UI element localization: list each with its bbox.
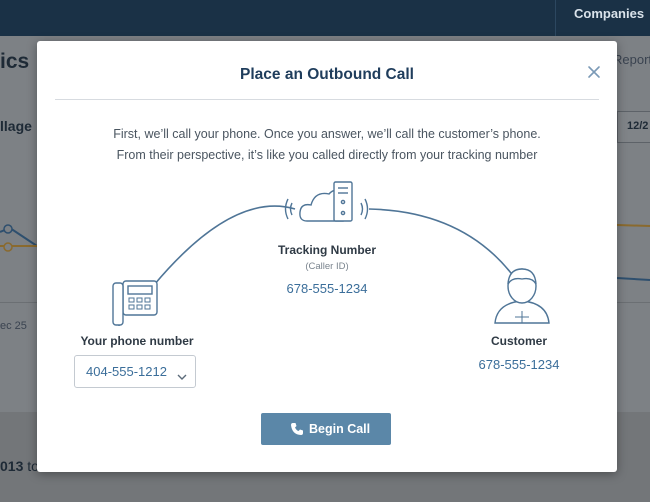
user-avatar-icon (494, 268, 550, 324)
desk-phone-icon (112, 280, 158, 326)
background-section-title: llage (0, 118, 32, 134)
begin-call-label: Begin Call (309, 422, 371, 436)
begin-call-button[interactable]: Begin Call (261, 413, 391, 445)
phone-icon (290, 422, 304, 441)
background-date-chip[interactable]: 12/2 (617, 111, 650, 143)
background-reports-link[interactable]: Report (613, 52, 650, 67)
background-point-orange (3, 242, 13, 252)
customer-label: Customer (490, 334, 547, 348)
tracking-number-label: Tracking Number (277, 243, 377, 257)
background-bottom-bold: 013 (0, 458, 24, 474)
your-phone-label: Your phone number (80, 334, 194, 348)
tracking-number-value: 678-555-1234 (286, 281, 368, 296)
background-bottom-text: 013 to (0, 458, 39, 474)
customer-number: 678-555-1234 (478, 357, 560, 372)
your-phone-selected-value: 404-555-1212 (86, 364, 167, 379)
cloud-server-icon (284, 181, 369, 222)
your-phone-select[interactable]: 404-555-1212 (74, 355, 196, 388)
nav-item-companies[interactable]: Companies (574, 6, 644, 21)
top-navigation-bar: Companies (0, 0, 650, 36)
background-page-title: ics (0, 50, 30, 73)
call-flow-diagram (112, 181, 550, 326)
background-chart-tick: ec 25 (0, 320, 27, 332)
nav-divider (555, 0, 556, 36)
background-series-right-blue (616, 277, 650, 281)
background-series-right-orange (616, 224, 650, 227)
background-point-blue (3, 224, 13, 234)
chevron-down-icon (177, 368, 187, 386)
background-date-text: 12/2 (627, 120, 649, 132)
outbound-call-modal: Place an Outbound Call First, we’ll call… (37, 41, 617, 472)
tracking-number-sublabel: (Caller ID) (305, 261, 349, 272)
